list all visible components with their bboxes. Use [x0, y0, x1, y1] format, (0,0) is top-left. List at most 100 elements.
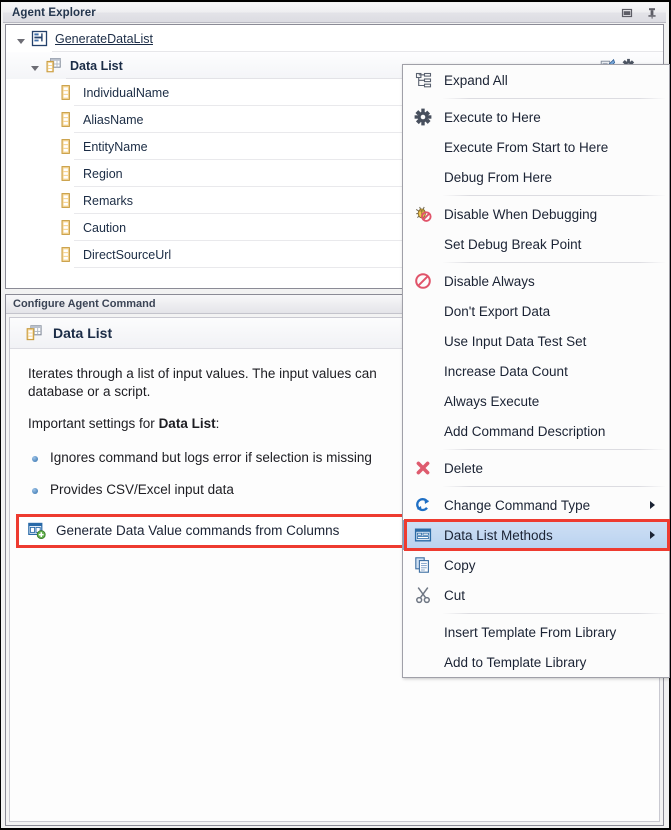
restore-icon[interactable]: [620, 6, 634, 20]
expander-root[interactable]: [12, 32, 30, 46]
menu-item-use-input-data-test-set[interactable]: Use Input Data Test Set: [403, 326, 669, 356]
generate-data-value-icon: [27, 521, 46, 540]
menu-item-icon-slot: [403, 72, 443, 89]
menu-item-cut[interactable]: Cut: [403, 580, 669, 610]
menu-item-label: Debug From Here: [443, 170, 552, 185]
delete-x-icon: [414, 459, 432, 477]
pin-icon[interactable]: [645, 6, 659, 20]
data-list-icon: [24, 323, 44, 343]
data-column-icon: [58, 245, 75, 264]
context-menu-items: Expand All Execute to Here Execute From S…: [403, 65, 669, 677]
menu-item-don-t-export-data[interactable]: Don't Export Data: [403, 296, 669, 326]
menu-item-label: Copy: [443, 558, 476, 573]
menu-item-label: Expand All: [443, 73, 508, 88]
tree-column-label: IndividualName: [75, 86, 169, 100]
disable-bug-icon: [414, 205, 432, 223]
menu-item-label: Don't Export Data: [443, 304, 550, 319]
menu-item-icon-slot: [403, 459, 443, 477]
data-list-methods-icon: [414, 526, 432, 544]
cut-icon: [414, 586, 432, 604]
expander-data-list[interactable]: [26, 59, 44, 73]
prohibition-icon: [414, 272, 432, 290]
menu-item-debug-from-here[interactable]: Debug From Here: [403, 162, 669, 192]
window-title: Agent Explorer: [3, 7, 96, 19]
menu-item-label: Insert Template From Library: [443, 625, 616, 640]
tree-data-list-label[interactable]: Data List: [63, 59, 123, 73]
menu-item-label: Delete: [443, 461, 483, 476]
generate-data-value-commands-button[interactable]: Generate Data Value commands from Column…: [16, 514, 412, 548]
tree-column-label: Caution: [75, 221, 126, 235]
menu-item-label: Increase Data Count: [443, 364, 568, 379]
data-column-icon: [58, 110, 75, 129]
command-title: Data List: [44, 325, 112, 341]
menu-item-execute-to-here[interactable]: Execute to Here: [403, 102, 669, 132]
data-column-icon: [58, 164, 75, 183]
data-column-icon: [58, 83, 75, 102]
menu-item-label: Disable Always: [443, 274, 535, 289]
menu-separator: [403, 95, 669, 102]
menu-item-icon-slot: [403, 272, 443, 290]
menu-item-change-command-type[interactable]: Change Command Type: [403, 490, 669, 520]
menu-item-label: Add to Template Library: [443, 655, 586, 670]
tree-column-label: Region: [75, 167, 123, 181]
menu-item-add-to-template-library[interactable]: Add to Template Library: [403, 647, 669, 677]
data-list-icon: [44, 56, 63, 75]
menu-item-label: Execute to Here: [443, 110, 541, 125]
configure-panel-title: Configure Agent Command: [6, 298, 156, 310]
agent-explorer-window: Agent Explorer: [0, 0, 671, 830]
data-column-icon: [58, 191, 75, 210]
menu-item-disable-when-debugging[interactable]: Disable When Debugging: [403, 199, 669, 229]
menu-item-label: Data List Methods: [443, 528, 553, 543]
menu-item-label: Add Command Description: [443, 424, 605, 439]
menu-item-data-list-methods[interactable]: Data List Methods: [403, 520, 669, 550]
description-line-1: Iterates through a list of input values.…: [28, 366, 377, 381]
window-controls: [620, 6, 666, 20]
generate-data-value-label: Generate Data Value commands from Column…: [46, 523, 339, 538]
important-bold: Data List: [159, 416, 216, 431]
menu-item-label: Change Command Type: [443, 498, 590, 513]
menu-item-icon-slot: [403, 526, 443, 544]
menu-item-expand-all[interactable]: Expand All: [403, 65, 669, 95]
change-type-icon: [414, 496, 432, 514]
expand-all-icon: [415, 72, 432, 89]
menu-item-always-execute[interactable]: Always Execute: [403, 386, 669, 416]
menu-item-insert-template-from-library[interactable]: Insert Template From Library: [403, 617, 669, 647]
tree-column-label: Remarks: [75, 194, 133, 208]
menu-item-add-command-description[interactable]: Add Command Description: [403, 416, 669, 446]
menu-item-label: Cut: [443, 588, 465, 603]
menu-item-label: Execute From Start to Here: [443, 140, 608, 155]
menu-item-icon-slot: [403, 586, 443, 604]
menu-separator: [403, 610, 669, 617]
menu-item-icon-slot: [403, 496, 443, 514]
important-suffix: :: [216, 416, 220, 431]
menu-separator: [403, 192, 669, 199]
window-titlebar: Agent Explorer: [3, 3, 666, 23]
menu-item-execute-from-start-to-here[interactable]: Execute From Start to Here: [403, 132, 669, 162]
menu-separator: [403, 259, 669, 266]
menu-item-label: Set Debug Break Point: [443, 237, 581, 252]
context-menu[interactable]: Expand All Execute to Here Execute From S…: [402, 64, 670, 678]
tree-column-label: AliasName: [75, 113, 143, 127]
menu-item-delete[interactable]: Delete: [403, 453, 669, 483]
menu-separator: [403, 483, 669, 490]
menu-item-icon-slot: [403, 556, 443, 574]
menu-item-icon-slot: [403, 108, 443, 126]
menu-item-icon-slot: [403, 205, 443, 223]
data-column-icon: [58, 137, 75, 156]
menu-separator: [403, 446, 669, 453]
menu-item-increase-data-count[interactable]: Increase Data Count: [403, 356, 669, 386]
submenu-arrow-icon: [650, 531, 669, 539]
menu-item-set-debug-break-point[interactable]: Set Debug Break Point: [403, 229, 669, 259]
data-column-icon: [58, 218, 75, 237]
tree-row-root[interactable]: GenerateDataList: [6, 25, 663, 52]
agent-icon: [30, 29, 49, 48]
tree-root-label[interactable]: GenerateDataList: [49, 32, 153, 46]
tree-column-label: EntityName: [75, 140, 148, 154]
menu-item-copy[interactable]: Copy: [403, 550, 669, 580]
menu-item-label: Disable When Debugging: [443, 207, 597, 222]
menu-item-label: Use Input Data Test Set: [443, 334, 586, 349]
menu-item-label: Always Execute: [443, 394, 539, 409]
copy-icon: [414, 556, 432, 574]
menu-item-disable-always[interactable]: Disable Always: [403, 266, 669, 296]
submenu-arrow-icon: [650, 501, 669, 509]
